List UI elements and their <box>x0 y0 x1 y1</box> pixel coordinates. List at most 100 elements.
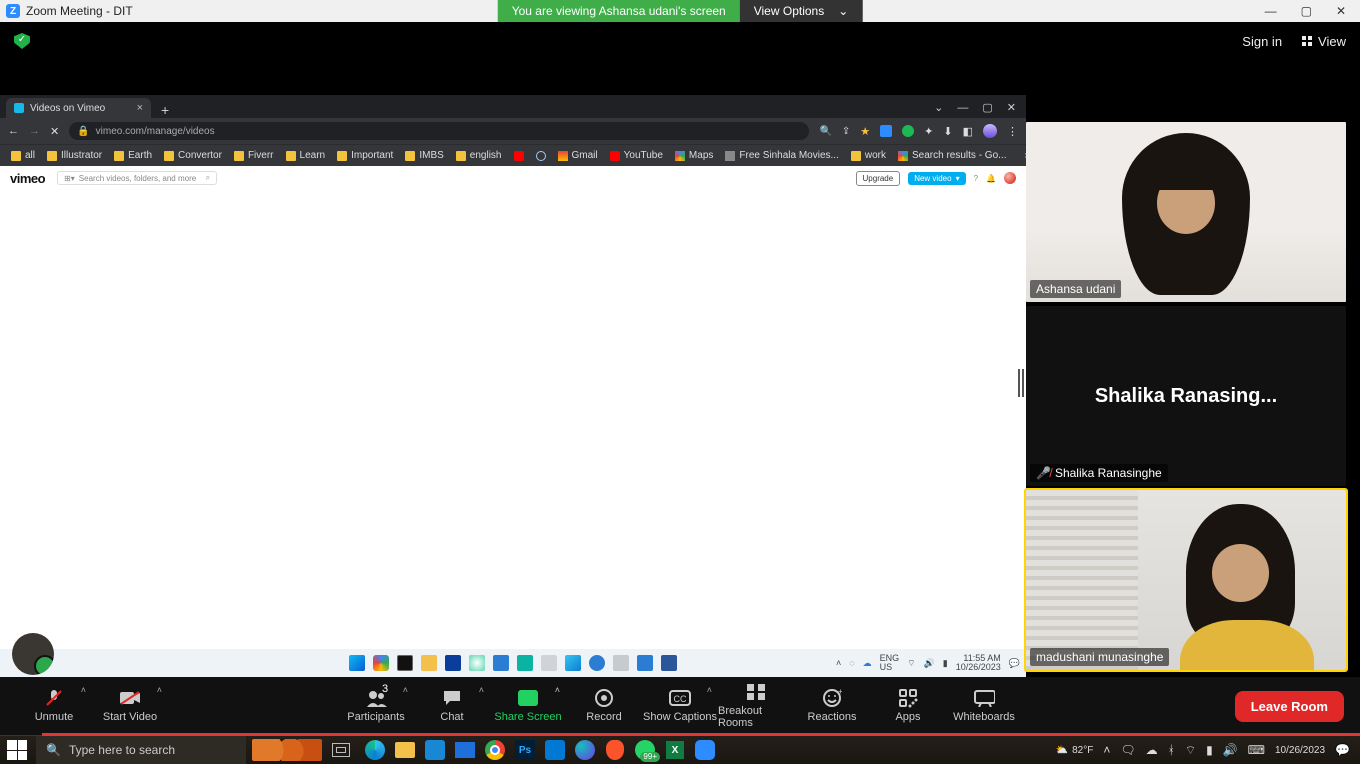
help-icon[interactable]: ? <box>974 174 978 183</box>
profile-avatar-icon[interactable] <box>983 124 997 138</box>
breakout-rooms-button[interactable]: Breakout Rooms <box>718 677 794 735</box>
shared-app-icon[interactable] <box>469 655 485 671</box>
vimeo-logo[interactable]: vimeo <box>10 171 45 186</box>
search-highlight-icon[interactable] <box>252 739 322 761</box>
shared-start-button[interactable] <box>349 655 365 671</box>
video-options-caret-icon[interactable]: ˄ <box>157 685 162 695</box>
shared-app-icon[interactable] <box>637 655 653 671</box>
explorer-app-icon[interactable] <box>392 739 418 761</box>
zoom-app-icon[interactable] <box>692 739 718 761</box>
sign-in-button[interactable]: Sign in <box>1242 34 1282 49</box>
shared-app-icon[interactable] <box>541 655 557 671</box>
tab-search-icon[interactable]: ⌄ <box>934 101 943 114</box>
bookmark-important[interactable]: Important <box>334 150 396 161</box>
participants-caret-icon[interactable]: ˄ <box>403 685 408 695</box>
shared-battery-icon[interactable]: ▮ <box>943 658 948 669</box>
vimeo-avatar[interactable] <box>1004 172 1016 184</box>
edge-app-icon[interactable] <box>362 739 388 761</box>
share-screen-button[interactable]: ˄ Share Screen <box>490 677 566 735</box>
shared-edge-icon[interactable] <box>565 655 581 671</box>
shared-notifications-icon[interactable]: 💬 <box>1009 658 1020 669</box>
bookmark-earth[interactable]: Earth <box>111 150 155 161</box>
start-video-button[interactable]: ˄ Start Video <box>92 677 168 735</box>
window-maximize-button[interactable]: ▢ <box>1301 4 1312 18</box>
ext-2-icon[interactable] <box>902 125 914 137</box>
captions-caret-icon[interactable]: ˄ <box>707 685 712 695</box>
store-app-icon[interactable] <box>422 739 448 761</box>
bookmark-learn[interactable]: Learn <box>283 150 329 161</box>
url-field[interactable]: 🔒 vimeo.com/manage/videos <box>69 122 809 140</box>
browser-close-button[interactable]: ✕ <box>1007 101 1016 114</box>
shared-store-icon[interactable] <box>445 655 461 671</box>
bookmark-movies[interactable]: Free Sinhala Movies... <box>722 150 842 161</box>
volume-icon[interactable]: 🔊 <box>1223 743 1238 757</box>
brave-app-icon[interactable] <box>602 739 628 761</box>
bookmark-star-icon[interactable]: ★ <box>860 125 870 138</box>
start-button[interactable] <box>4 739 30 761</box>
chrome-app-icon[interactable] <box>482 739 508 761</box>
bookmark-search-results[interactable]: Search results - Go... <box>895 150 1009 161</box>
upgrade-button[interactable]: Upgrade <box>856 171 901 186</box>
browser-minimize-button[interactable]: — <box>957 102 968 114</box>
shared-app-icon[interactable] <box>517 655 533 671</box>
bookmark-all[interactable]: all <box>8 150 38 161</box>
shared-explorer-icon[interactable] <box>421 655 437 671</box>
browser-maximize-button[interactable]: ▢ <box>982 101 992 114</box>
bookmark-convertor[interactable]: Convertor <box>161 150 225 161</box>
shared-onedrive-icon[interactable]: ☁ <box>863 658 872 669</box>
ext-1-icon[interactable] <box>880 125 892 137</box>
participants-button[interactable]: 3 ˄ Participants <box>338 677 414 735</box>
participant-tile-3[interactable]: madushani munasinghe <box>1026 490 1346 670</box>
bookmark-youtube[interactable]: YouTube <box>607 150 666 161</box>
reactions-button[interactable]: + Reactions <box>794 677 870 735</box>
zoom-icon[interactable]: 🔍 <box>819 126 831 137</box>
share-page-icon[interactable]: ⇪ <box>842 126 850 137</box>
wifi-icon[interactable]: ⌔ <box>1185 743 1196 758</box>
taskbar-search-input[interactable]: 🔍 Type here to search <box>36 736 246 764</box>
shared-word-icon[interactable] <box>661 655 677 671</box>
task-view-button[interactable] <box>328 739 354 761</box>
nav-stop-icon[interactable]: ✕ <box>50 125 59 138</box>
canva-app-icon[interactable] <box>572 739 598 761</box>
vscode-app-icon[interactable] <box>542 739 568 761</box>
bookmark-english[interactable]: english <box>453 150 505 161</box>
encryption-shield-icon[interactable] <box>14 33 30 49</box>
window-minimize-button[interactable]: — <box>1265 4 1277 18</box>
apps-button[interactable]: Apps <box>870 677 946 735</box>
bookmark-imbs[interactable]: IMBS <box>402 150 446 161</box>
chat-caret-icon[interactable]: ˄ <box>479 685 484 695</box>
leave-room-button[interactable]: Leave Room <box>1235 691 1344 722</box>
whatsapp-app-icon[interactable]: 99+ <box>632 739 658 761</box>
photoshop-app-icon[interactable]: Ps <box>512 739 538 761</box>
whiteboards-button[interactable]: Whiteboards <box>946 677 1022 735</box>
view-options-button[interactable]: View Options ⌄ <box>740 0 863 22</box>
unmute-button[interactable]: ˄ Unmute <box>16 677 92 735</box>
browser-menu-button[interactable]: ⋮ <box>1007 125 1018 138</box>
shared-app-icon[interactable] <box>589 655 605 671</box>
vimeo-search-input[interactable]: ⊞▾Search videos, folders, and more ⌕ <box>57 171 217 185</box>
captions-button[interactable]: ˄ CC Show Captions <box>642 677 718 735</box>
participant-tile-2[interactable]: Shalika Ranasing... 🎤̸ Shalika Ranasingh… <box>1026 306 1346 486</box>
onedrive-icon[interactable]: ☁ <box>1146 743 1158 757</box>
nav-forward-button[interactable]: → <box>29 125 40 137</box>
browser-tab-active[interactable]: Videos on Vimeo × <box>6 98 151 118</box>
bell-icon[interactable]: 🔔 <box>986 174 996 183</box>
shared-volume-icon[interactable]: 🔊 <box>924 658 935 669</box>
bookmark-gmail[interactable]: Gmail <box>555 150 601 161</box>
shared-app-icon[interactable] <box>373 655 389 671</box>
chat-button[interactable]: ˄ Chat <box>414 677 490 735</box>
battery-icon[interactable]: ▮ <box>1206 743 1213 757</box>
shared-tray-icon[interactable]: ◌ <box>849 658 854 668</box>
download-icon[interactable]: ⬇ <box>943 125 952 138</box>
bluetooth-icon[interactable]: ᚼ <box>1168 743 1175 757</box>
bookmark-work[interactable]: work <box>848 150 889 161</box>
shared-tray-chevron-icon[interactable]: ˄ <box>836 658 841 668</box>
bookmark-yt-icon[interactable] <box>511 151 527 161</box>
view-button[interactable]: View <box>1302 34 1346 49</box>
weather-widget[interactable]: ⛅82°F <box>1056 745 1094 756</box>
audio-options-caret-icon[interactable]: ˄ <box>81 685 86 695</box>
excel-app-icon[interactable]: X <box>662 739 688 761</box>
shared-clock[interactable]: 11:55 AM10/26/2023 <box>956 654 1001 672</box>
new-tab-button[interactable]: + <box>151 102 179 118</box>
shared-language-indicator[interactable]: ENGUS <box>880 654 900 672</box>
